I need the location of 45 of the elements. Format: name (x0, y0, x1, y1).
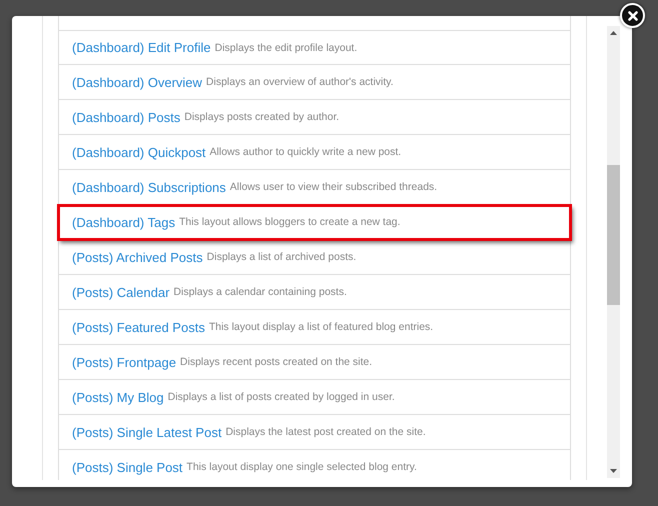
layout-row[interactable]: (Posts) Single Latest Post Displays the latest post created on the site. (58, 415, 571, 450)
layout-link[interactable]: (Posts) Single Post (72, 460, 183, 474)
layout-link[interactable]: (Dashboard) Subscriptions (72, 180, 226, 194)
layout-description: Allows author to quickly write a new post. (210, 146, 402, 158)
layout-row[interactable]: (Posts) Calendar Displays a calendar containing posts. (58, 275, 571, 310)
layout-row[interactable]: (Posts) Featured Posts This layout display a list of featured blog entries. (58, 310, 571, 345)
layout-row[interactable]: (Posts) Archived Posts Displays a list of archived posts. (58, 240, 571, 275)
layout-row[interactable]: (Dashboard) Tags This layout allows bloggers to create a new tag. (58, 205, 571, 240)
layout-description: This layout display one single selected blog entry. (186, 461, 417, 473)
layout-link[interactable]: (Posts) Archived Posts (72, 250, 203, 264)
layout-description: Displays the latest post created on the site. (226, 426, 426, 438)
layout-description: This layout allows bloggers to create a new tag. (179, 216, 400, 228)
layout-link[interactable]: (Dashboard) Quickpost (72, 144, 206, 160)
layout-link[interactable]: (Posts) Frontpage (72, 354, 176, 370)
layout-link[interactable]: (Dashboard) Overview (72, 74, 202, 90)
close-icon (628, 10, 638, 20)
layout-link[interactable]: (Posts) My Blog (72, 390, 164, 404)
layout-description: Displays recent posts created on the site. (180, 356, 372, 368)
layout-row[interactable]: (Dashboard) Quickpost Allows author to quickly write a new post. (58, 135, 571, 170)
layout-description: Displays posts created by author. (184, 111, 340, 123)
layout-link[interactable]: (Dashboard) Posts (72, 110, 180, 124)
layout-row[interactable]: (Posts) My Blog Displays a list of posts created by logged in user. (58, 380, 571, 415)
scrollbar[interactable] (607, 26, 620, 478)
layout-link[interactable]: (Dashboard) Tags (72, 214, 176, 230)
layout-link[interactable]: (Posts) Single Latest Post (72, 424, 222, 440)
layout-row[interactable]: (Dashboard) Edit Profile Displays the edit profile layout. (58, 30, 571, 65)
layout-row[interactable]: (Dashboard) Overview Displays an overview of author's activity. (58, 65, 571, 100)
scroll-up-icon[interactable] (610, 31, 617, 35)
layout-description: Displays a list of posts created by logged in user. (168, 391, 395, 403)
layout-link[interactable]: (Posts) Featured Posts (72, 320, 205, 334)
layout-description: Allows user to view their subscribed threads. (230, 181, 438, 193)
layout-link[interactable]: (Dashboard) Edit Profile (72, 40, 211, 55)
scrollbar-thumb[interactable] (607, 165, 620, 305)
layout-description: Displays an overview of author's activity. (206, 76, 394, 88)
layout-description: Displays the edit profile layout. (214, 42, 358, 54)
layout-row[interactable]: (Posts) Single Post This layout display one single selected blog entry. (58, 450, 571, 480)
layout-row[interactable]: (Dashboard) Posts Displays posts created by author. (58, 100, 571, 135)
layout-description: Displays a list of archived posts. (206, 251, 356, 263)
layout-description: This layout display a list of featured blog entries. (208, 321, 434, 333)
close-button[interactable] (620, 3, 645, 28)
layout-link[interactable]: (Posts) Calendar (72, 284, 170, 300)
layout-row[interactable]: (Posts) Frontpage Displays recent posts created on the site. (58, 345, 571, 380)
layout-row[interactable]: (Dashboard) Subscriptions Allows user to view their subscribed threads. (58, 170, 571, 205)
scroll-down-icon[interactable] (610, 469, 617, 473)
layout-description: Displays a calendar containing posts. (174, 286, 347, 298)
